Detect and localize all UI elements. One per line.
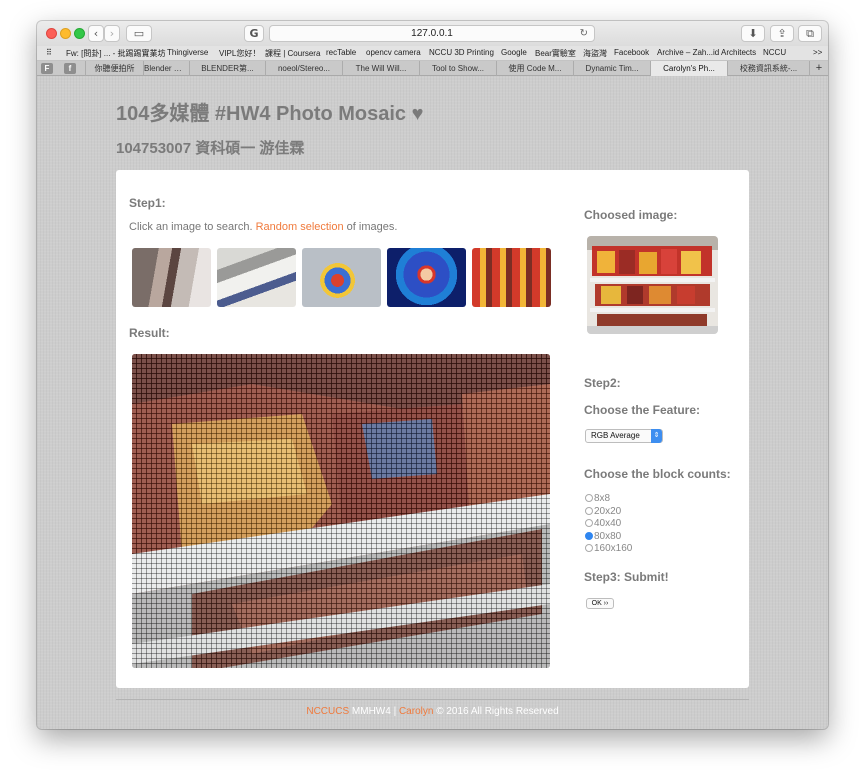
bookmark-item[interactable]: Bear實驗室 [535,48,576,59]
bookmark-item[interactable]: 海盜灣 [583,48,607,59]
footer-author-link[interactable]: Carolyn [399,706,433,717]
tab-active[interactable]: Carolyn's Ph... [650,61,727,76]
bookmarks-more-icon[interactable]: >> [813,48,822,57]
bookmark-item[interactable]: VIPL您好！ [219,48,260,59]
chevron-updown-icon: ⇕ [651,429,662,443]
sidebar-icon[interactable]: ▭ [126,25,152,42]
footer-divider [116,699,749,700]
footer: NCCUCS MMHW4 | Carolyn © 2016 All Rights… [37,706,828,717]
downloads-icon[interactable]: ⬇ [741,25,765,42]
radio-selected-icon[interactable] [585,532,593,540]
step3-label: Step3: Submit! [584,570,669,584]
block-counts-label: Choose the block counts: [584,467,731,481]
chosen-image-label: Choosed image: [584,208,678,222]
browser-window: ‹ › ▭ G 127.0.0.1 ↻ ⬇ ⇪ ⧉ ⠿ Fw: [問卦] ...… [37,21,828,729]
block-option-20x20[interactable]: 20x20 [585,506,621,518]
tab[interactable]: BLENDER第... [189,61,265,76]
new-tab-button[interactable]: + [809,61,828,76]
result-label: Result: [129,326,170,340]
mosaic-result-image [132,354,550,668]
page-title: 104多媒體 #HW4 Photo Mosaic ♥ [116,103,424,125]
block-option-160x160[interactable]: 160x160 [585,543,632,555]
thumbnail-shelf[interactable] [217,248,296,307]
tab[interactable]: 你聽便拍所 [85,61,143,76]
back-button[interactable]: ‹ [88,25,104,42]
bookmark-item[interactable]: NCCU [763,48,786,57]
radio-icon[interactable] [585,519,593,527]
pinned-tab-icon[interactable]: f [64,63,76,74]
chosen-image-graphic [587,236,718,334]
tab[interactable]: Tool to Show... [419,61,496,76]
radio-label: 160x160 [594,543,633,554]
google-icon[interactable]: G [244,25,264,42]
step2-label: Step2: [584,376,621,390]
block-option-80x80[interactable]: 80x80 [585,531,621,543]
bookmark-item[interactable]: Facebook [614,48,649,57]
main-card: Step1: Click an image to search. Random … [116,170,749,688]
step1-label: Step1: [129,196,166,210]
chosen-image [587,236,718,334]
tab[interactable]: Blender 之 S [143,61,189,76]
footer-copyright: © 2016 All Rights Reserved [433,706,559,717]
thumbnail-building[interactable] [132,248,211,307]
reload-icon[interactable]: ↻ [580,26,588,41]
tabs-overview-icon[interactable]: ⧉ [798,25,822,42]
bookmark-item[interactable]: Google [501,48,527,57]
bookmark-item[interactable]: Fw: [問卦] ... - 批踢踢實業坊 [66,48,166,59]
tab[interactable]: noeol/Stereo... [265,61,342,76]
tab[interactable]: The Will Will... [342,61,419,76]
url-text: 127.0.0.1 [411,28,453,39]
instruction-after: of images. [343,221,398,233]
feature-label: Choose the Feature: [584,403,701,417]
pinned-tab-icon[interactable]: F [41,63,53,74]
block-option-8x8[interactable]: 8x8 [585,493,610,505]
bookmark-item[interactable]: recTable [326,48,356,57]
tab[interactable]: Dynamic Tim... [573,61,650,76]
tab[interactable]: 使用 Code M... [496,61,573,76]
bookmark-item[interactable]: Thingiverse [167,48,208,57]
feature-select[interactable]: RGB Average ⇕ [585,429,663,443]
instruction-text: Click an image to search. Random selecti… [129,221,397,233]
page-content: 104多媒體 #HW4 Photo Mosaic ♥ 104753007 資科碩… [37,76,828,729]
radio-icon[interactable] [585,507,593,515]
close-window-button[interactable] [46,28,57,39]
feature-select-value: RGB Average [591,431,640,440]
bookmark-item[interactable]: opencv camera [366,48,421,57]
radio-label: 40x40 [594,518,622,529]
bookmark-item[interactable]: NCCU 3D Printing [429,48,494,57]
thumbnail-candy-shelf[interactable] [472,248,551,307]
radio-label: 8x8 [594,493,611,504]
block-option-40x40[interactable]: 40x40 [585,518,621,530]
bookmarks-bar: ⠿ Fw: [問卦] ... - 批踢踢實業坊 Thingiverse VIPL… [37,46,828,61]
radio-icon[interactable] [585,494,593,502]
tab[interactable]: 校務資訊系統-... [727,61,809,76]
grid-icon[interactable]: ⠿ [46,48,52,57]
radio-label: 80x80 [594,531,622,542]
share-icon[interactable]: ⇪ [770,25,794,42]
footer-org-link[interactable]: NCCUCS [306,706,349,717]
bookmark-item[interactable]: 課程 | Coursera [265,48,320,59]
page-subtitle: 104753007 資科碩一 游佳霖 [116,140,305,157]
title-bar: ‹ › ▭ G 127.0.0.1 ↻ ⬇ ⇪ ⧉ [37,21,828,46]
radio-icon[interactable] [585,544,593,552]
instruction-before: Click an image to search. [129,221,256,233]
tab-bar: F f 你聽便拍所 Blender 之 S BLENDER第... noeol/… [37,61,828,76]
thumbnail-toy[interactable] [302,248,381,307]
address-bar[interactable]: 127.0.0.1 ↻ [269,25,595,42]
random-selection-link[interactable]: Random selection [256,221,344,233]
footer-course: MMHW4 | [349,706,399,717]
minimize-window-button[interactable] [60,28,71,39]
bookmark-item[interactable]: Archive – Zah...id Architects [657,48,756,57]
forward-button[interactable]: › [104,25,120,42]
mosaic-result-graphic [132,354,550,668]
thumbnail-monkey[interactable] [387,248,466,307]
radio-label: 20x20 [594,506,622,517]
zoom-window-button[interactable] [74,28,85,39]
ok-submit-button[interactable]: OK ›› [586,598,614,609]
